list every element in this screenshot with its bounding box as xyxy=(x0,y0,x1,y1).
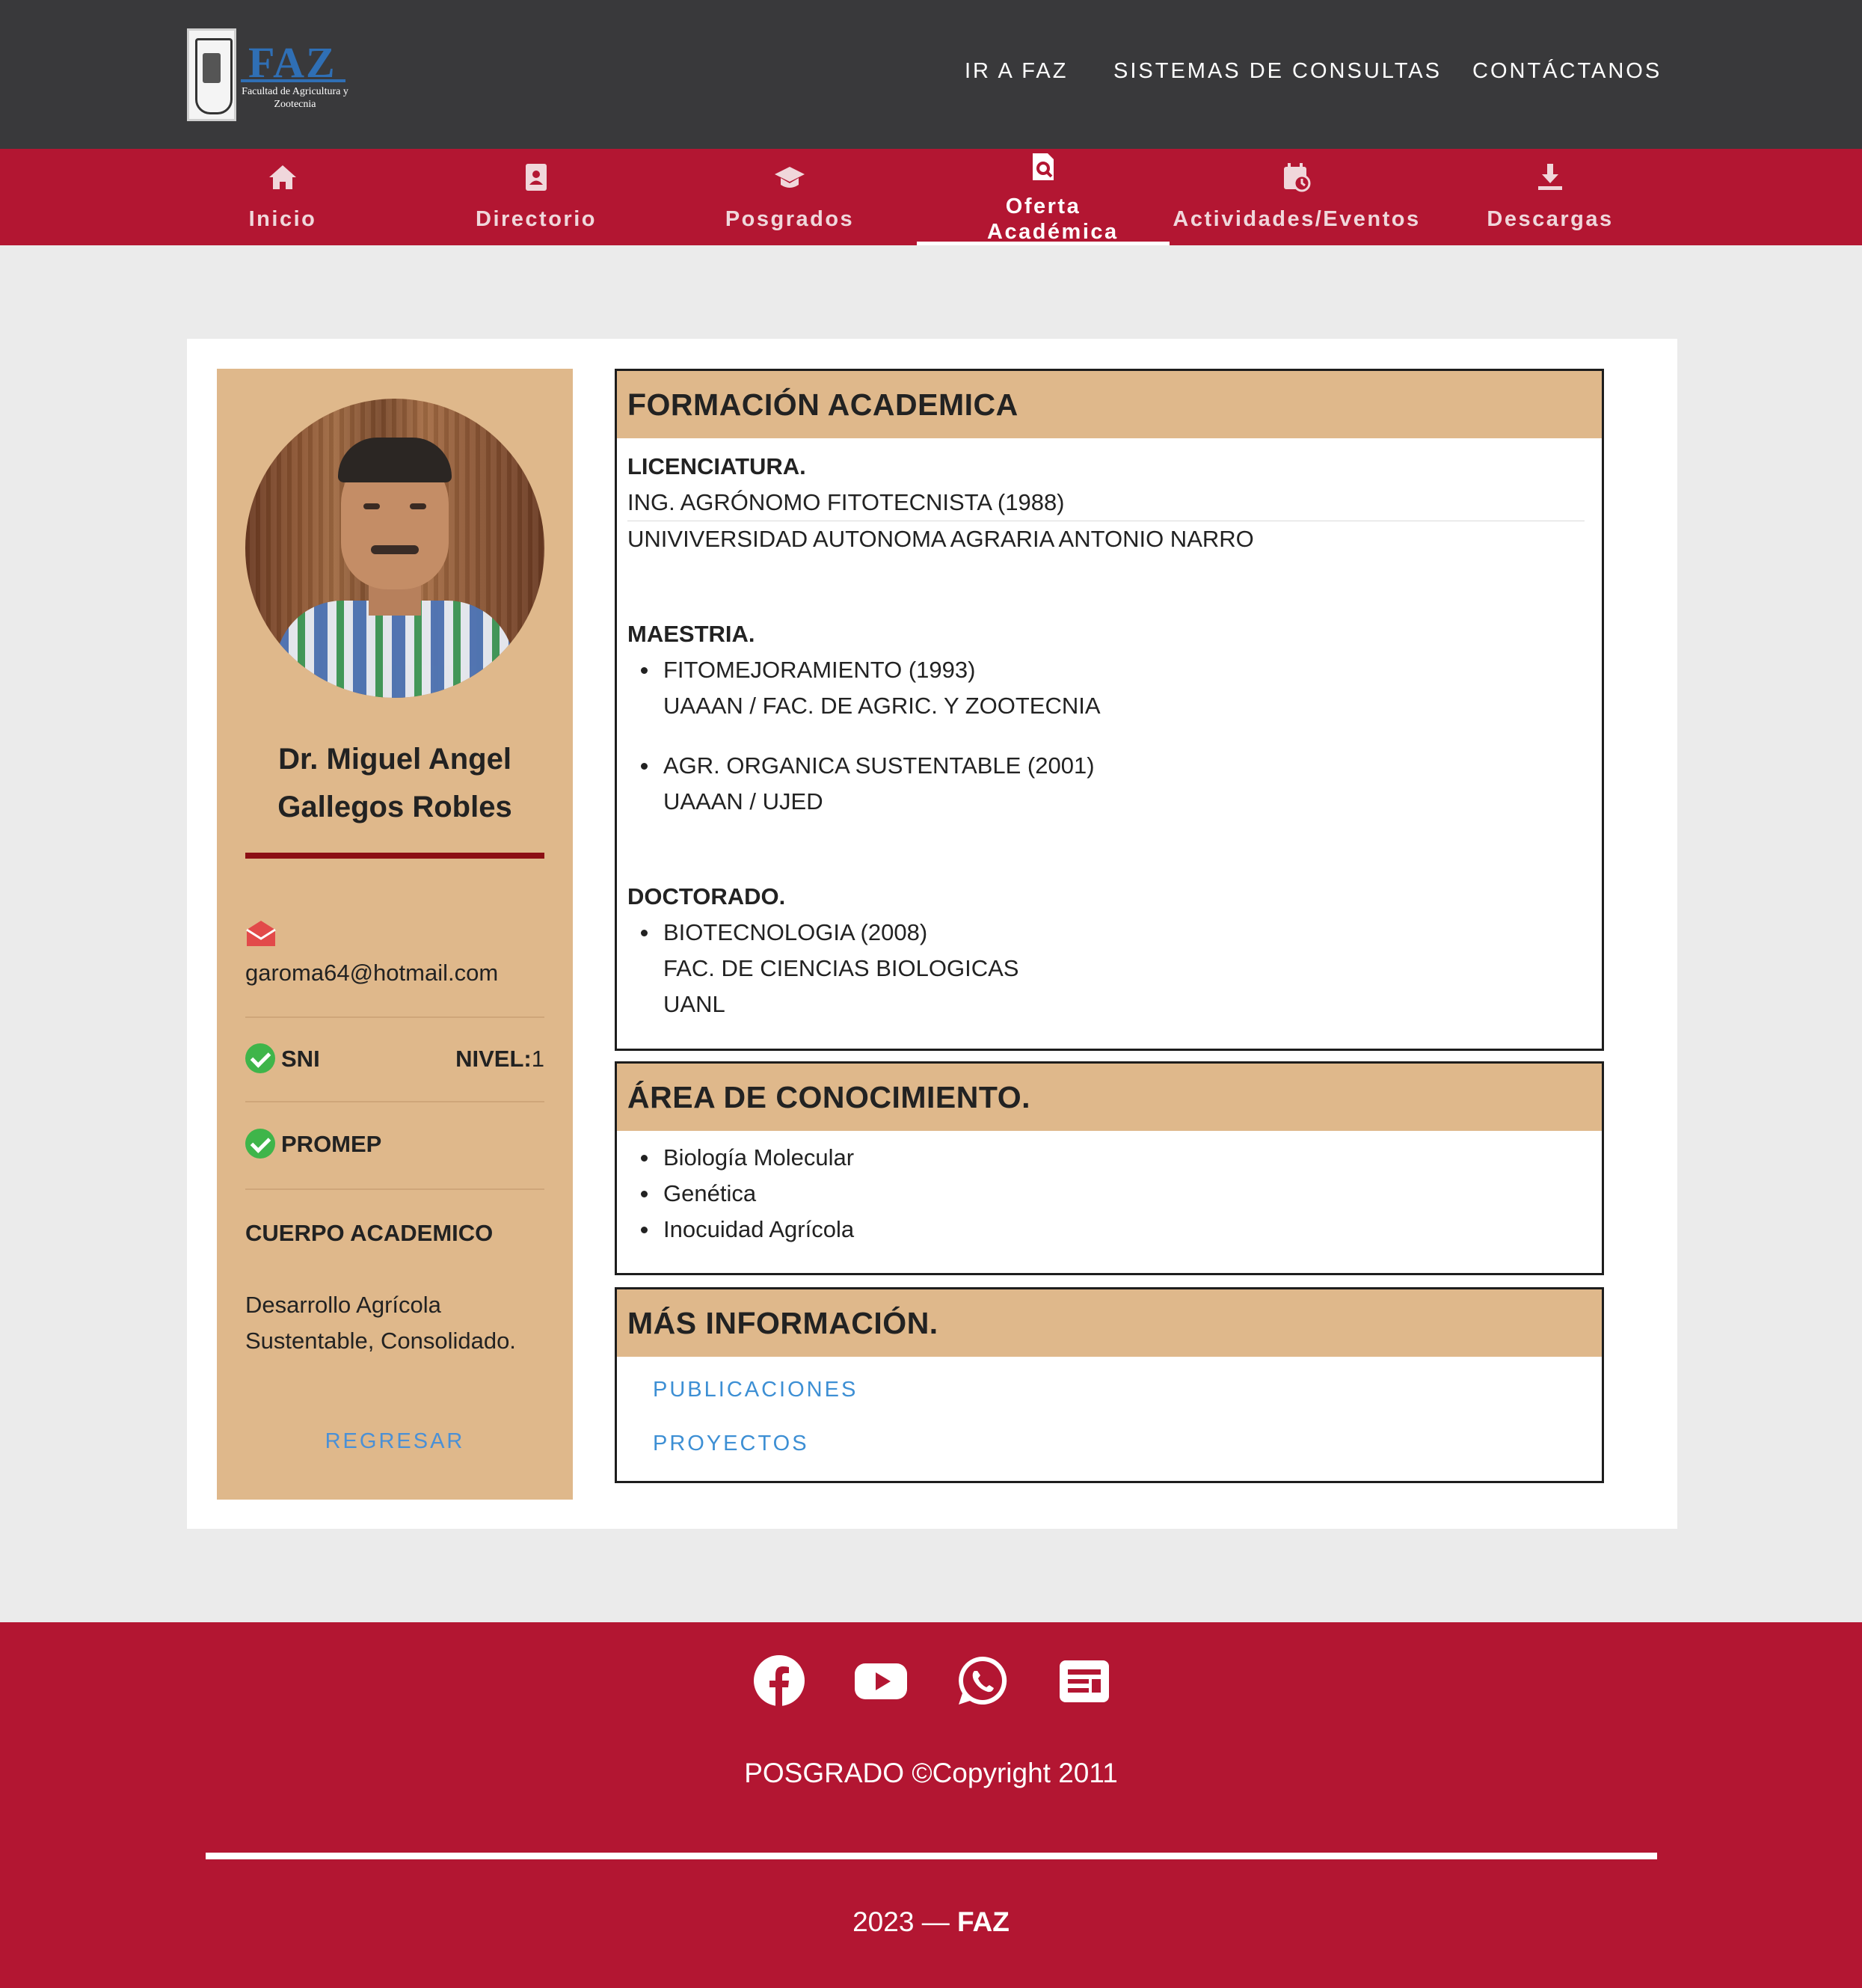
mas-informacion-box: MÁS INFORMACIÓN. PUBLICACIONES PROYECTOS xyxy=(615,1287,1604,1483)
check-circle-icon xyxy=(245,1129,275,1159)
section-title: FORMACIÓN ACADEMICA xyxy=(617,371,1602,438)
maestria-degree: FITOMEJORAMIENTO (1993) xyxy=(663,657,976,683)
licenciatura-degree: ING. AGRÓNOMO FITOTECNISTA (1988) xyxy=(627,489,1065,515)
calendar-clock-icon xyxy=(1284,163,1311,192)
news-icon[interactable] xyxy=(1058,1654,1110,1707)
nav-item-oferta-academica[interactable]: Oferta Académica xyxy=(917,149,1170,245)
profile-name: Dr. Miguel Angel Gallegos Robles xyxy=(277,743,512,823)
area-conocimiento-box: ÁREA DE CONOCIMIENTO. Biología Molecular… xyxy=(615,1061,1604,1275)
avatar xyxy=(245,399,544,698)
cuerpo-academico-title: CUERPO ACADEMICO xyxy=(245,1220,494,1246)
graduation-cap-icon xyxy=(775,167,805,188)
topnav-contactanos[interactable]: CONTÁCTANOS xyxy=(1472,59,1662,84)
profile-email[interactable]: garoma64@hotmail.com xyxy=(245,960,498,987)
nav-item-descargas[interactable]: Descargas xyxy=(1424,149,1677,245)
nav-item-posgrados[interactable]: Posgrados xyxy=(663,149,916,245)
contact-book-icon xyxy=(526,164,547,191)
publicaciones-link[interactable]: PUBLICACIONES xyxy=(627,1372,1591,1408)
nivel-label: NIVEL: xyxy=(455,1046,532,1072)
logo-underline xyxy=(241,79,345,82)
maestria-label: MAESTRIA. xyxy=(627,621,755,647)
divider xyxy=(245,1016,544,1018)
footer-divider xyxy=(206,1853,1657,1859)
nav-item-inicio[interactable]: Inicio xyxy=(156,149,409,245)
maestria-list: FITOMEJORAMIENTO (1993) UAAAN / FAC. DE … xyxy=(627,652,1591,820)
topnav-sistemas-de-consultas[interactable]: SISTEMAS DE CONSULTAS xyxy=(1113,59,1442,84)
facebook-icon[interactable] xyxy=(753,1654,805,1707)
nav-item-actividades-eventos[interactable]: Actividades/Eventos xyxy=(1170,149,1423,245)
home-icon xyxy=(269,165,296,189)
search-document-icon xyxy=(1033,153,1054,180)
maestria-degree: AGR. ORGANICA SUSTENTABLE (2001) xyxy=(663,752,1095,779)
list-item: Genética xyxy=(627,1176,1591,1212)
download-icon xyxy=(1538,164,1562,190)
doctorado-school: FAC. DE CIENCIAS BIOLOGICAS xyxy=(663,955,1019,981)
nivel-info: NIVEL:1 xyxy=(455,1046,544,1073)
formacion-academica-box: FORMACIÓN ACADEMICA LICENCIATURA. ING. A… xyxy=(615,369,1604,1051)
nivel-value: 1 xyxy=(531,1046,544,1072)
nav-item-directorio[interactable]: Directorio xyxy=(410,149,663,245)
proyectos-link[interactable]: PROYECTOS xyxy=(627,1426,1591,1461)
list-item: FITOMEJORAMIENTO (1993) UAAAN / FAC. DE … xyxy=(627,652,1591,724)
envelope-open-icon xyxy=(246,921,276,946)
whatsapp-icon[interactable] xyxy=(956,1654,1009,1707)
nav-label: Posgrados xyxy=(725,207,855,231)
check-circle-icon xyxy=(245,1043,275,1073)
logo-subtitle: Facultad de Agricultura y Zootecnia xyxy=(242,86,348,110)
list-item: AGR. ORGANICA SUSTENTABLE (2001) UAAAN /… xyxy=(627,748,1591,820)
doctorado-label: DOCTORADO. xyxy=(627,883,786,909)
section-title: MÁS INFORMACIÓN. xyxy=(617,1289,1602,1357)
doctorado-list: BIOTECNOLOGIA (2008) FAC. DE CIENCIAS BI… xyxy=(627,915,1591,1022)
formacion-body: LICENCIATURA. ING. AGRÓNOMO FITOTECNISTA… xyxy=(617,438,1602,1022)
footer-brand: FAZ xyxy=(956,1906,1010,1937)
maestria-school: UAAAN / UJED xyxy=(663,788,823,814)
copyright-text: POSGRADO ©Copyright 2011 xyxy=(744,1758,1118,1788)
doctorado-degree: BIOTECNOLOGIA (2008) xyxy=(663,919,928,945)
nav-label: Inicio xyxy=(248,207,317,231)
footer-year: 2023 — FAZ xyxy=(0,1906,1862,1938)
divider xyxy=(245,1188,544,1190)
youtube-icon[interactable] xyxy=(855,1654,907,1707)
mas-body: PUBLICACIONES PROYECTOS xyxy=(617,1357,1602,1461)
licenciatura-school: UNIVIVERSIDAD AUTONOMA AGRARIA ANTONIO N… xyxy=(627,526,1254,552)
area-list: Biología Molecular Genética Inocuidad Ag… xyxy=(627,1140,1591,1248)
top-header: FAZ Facultad de Agricultura y Zootecnia … xyxy=(0,0,1862,149)
section-title: ÁREA DE CONOCIMIENTO. xyxy=(617,1064,1602,1131)
profile-sidebar: Dr. Miguel Angel Gallegos Robles garoma6… xyxy=(217,369,573,1500)
faz-logo[interactable]: FAZ Facultad de Agricultura y Zootecnia xyxy=(187,28,348,121)
profile-card: Dr. Miguel Angel Gallegos Robles garoma6… xyxy=(187,339,1677,1529)
sni-label: SNI xyxy=(281,1046,320,1072)
topnav-ir-a-faz[interactable]: IR A FAZ xyxy=(965,59,1068,84)
doctorado-university: UANL xyxy=(663,991,725,1017)
nav-label: Descargas xyxy=(1487,207,1614,231)
divider xyxy=(245,1101,544,1102)
nav-label: Oferta Académica xyxy=(987,194,1119,244)
year-prefix: 2023 — xyxy=(852,1906,957,1937)
promep-label: PROMEP xyxy=(281,1131,382,1157)
list-item: BIOTECNOLOGIA (2008) FAC. DE CIENCIAS BI… xyxy=(627,915,1591,1022)
licenciatura-label: LICENCIATURA. xyxy=(627,453,806,479)
main-nav: Inicio Directorio Posgrados Oferta Acadé… xyxy=(0,149,1862,245)
cuerpo-academico-text: Desarrollo Agrícola Sustentable, Consoli… xyxy=(245,1292,516,1354)
nav-label: Actividades/Eventos xyxy=(1173,207,1421,231)
list-item: Inocuidad Agrícola xyxy=(627,1212,1591,1248)
site-footer: POSGRADO ©Copyright 2011 2023 — FAZ xyxy=(0,1622,1862,1988)
list-item: Biología Molecular xyxy=(627,1140,1591,1176)
regresar-link[interactable]: REGRESAR xyxy=(217,1429,573,1454)
area-body: Biología Molecular Genética Inocuidad Ag… xyxy=(617,1131,1602,1248)
name-divider xyxy=(245,853,544,859)
nav-label: Directorio xyxy=(476,207,597,231)
maestria-school: UAAAN / FAC. DE AGRIC. Y ZOOTECNIA xyxy=(663,693,1101,719)
university-crest-icon xyxy=(187,28,236,121)
